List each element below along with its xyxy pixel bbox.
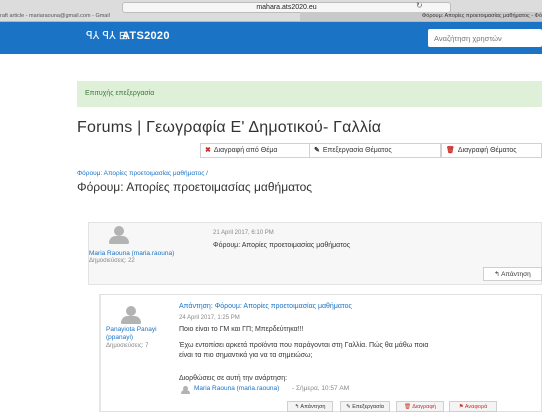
reply-label: Απάντηση xyxy=(501,271,531,278)
post-date: 21 April 2017, 6:10 PM xyxy=(213,230,274,236)
delete-action-button[interactable]: 🗑 Διαγραφή xyxy=(396,401,444,412)
reply-subject[interactable]: Απάντηση: Φόρουμ: Απορίες προετοιμασίας … xyxy=(179,303,352,310)
reply-date: 24 April 2017, 1:25 PM xyxy=(179,315,240,321)
avatar xyxy=(181,386,190,394)
reply-text-line: Έχω εντοπίσει αρκετά προϊόντα που παράγο… xyxy=(179,342,429,349)
edit-topic-label: Επεξεργασία Θέματος xyxy=(322,147,392,154)
reply-action-button[interactable]: ↰ Απάντηση xyxy=(287,401,333,412)
reply-author-username[interactable]: (ppanayi) xyxy=(106,334,133,342)
post-count: Δημοσιεύσεις: 22 xyxy=(89,258,135,264)
forum-reply-post xyxy=(99,294,542,412)
user-search-input[interactable] xyxy=(428,29,542,47)
delete-from-topic-label: Διαγραφή από Θέμα xyxy=(213,147,278,154)
breadcrumb[interactable]: Φόρουμ: Απορίες προετοιμασίας μαθήματος … xyxy=(77,170,208,177)
browser-tab-gmail[interactable]: raft article - mariaraouna@gmail.com - G… xyxy=(0,12,110,20)
edit-topic-button[interactable]: ✎ Επεξεργασία Θέματος xyxy=(309,143,441,158)
browser-tab-forum[interactable]: Φόρουμ: Απορίες προετοιμασίας μαθήματος … xyxy=(300,12,542,21)
reply-button[interactable]: ↰ Απάντηση xyxy=(483,267,542,281)
edits-label: Διορθώσεις σε αυτή την ανάρτηση: xyxy=(179,375,288,382)
site-name[interactable]: ATS2020 xyxy=(122,30,170,42)
delete-topic-button[interactable]: 🗑 Διαγραφή Θέματος xyxy=(441,143,542,158)
edit-author-link[interactable]: Maria Raouna (maria.raouna) xyxy=(194,385,279,392)
avatar xyxy=(121,306,141,324)
report-action-button[interactable]: ⚑ Αναφορά xyxy=(449,401,497,412)
reply-icon: ↰ xyxy=(494,271,500,278)
pencil-icon: ✎ xyxy=(314,147,320,154)
reply-text-line: Ποιο είναι το ΓΜ και ΓΠ; Μπερδεύτηκα!!! xyxy=(179,326,304,333)
edit-time: - Σήμερα, 10:57 AM xyxy=(292,385,350,392)
reload-icon[interactable]: ↻ xyxy=(416,0,423,11)
forum-title: Φόρουμ: Απορίες προετοιμασίας μαθήματος xyxy=(77,180,313,194)
reply-text-line: είναι τα πιο σημαντικά για να τα σημειώσ… xyxy=(179,352,313,359)
post-subject: Φόρουμ: Απορίες προετοιμασίας μαθήματος xyxy=(213,242,351,249)
trash-icon: 🗑 xyxy=(446,147,455,154)
page-title: Forums | Γεωγραφία Ε' Δημοτικού- Γαλλία xyxy=(77,119,382,136)
close-icon: ✖ xyxy=(205,147,211,154)
delete-topic-label: Διαγραφή Θέματος xyxy=(457,147,517,154)
edit-action-button[interactable]: ✎ Επεξεργασία xyxy=(340,401,390,412)
success-alert: Επιτυχής επεξεργασία xyxy=(77,81,542,107)
avatar xyxy=(109,226,129,244)
reply-post-count: Δημοσιεύσεις: 7 xyxy=(106,343,149,349)
reply-author-name[interactable]: Panayiota Panayi xyxy=(106,326,157,334)
